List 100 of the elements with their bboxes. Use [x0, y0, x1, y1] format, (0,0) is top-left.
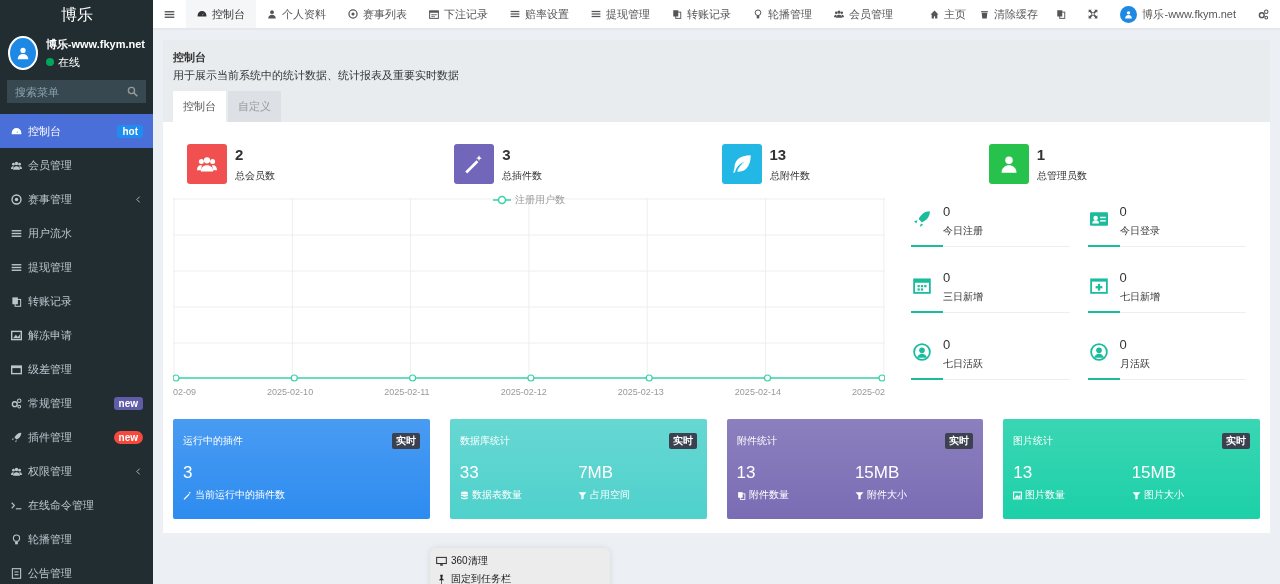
- menu-badge: hot: [117, 124, 143, 138]
- user-icon: [267, 9, 277, 19]
- menu-icon: [164, 8, 175, 20]
- metric-label: 七日新增: [1119, 290, 1160, 305]
- image-icon: [11, 329, 22, 341]
- sidebar-item[interactable]: 提现管理: [0, 250, 153, 284]
- status-text: 在线: [57, 54, 80, 70]
- metric-label: 月活跃: [1119, 356, 1150, 371]
- nav-tab[interactable]: 控制台: [186, 0, 256, 28]
- metric-value: 0: [943, 336, 952, 352]
- metric-label: 三日新增: [943, 290, 983, 305]
- nav-tab[interactable]: 会员管理: [823, 0, 904, 28]
- sidebar-item[interactable]: 权限管理: [0, 454, 153, 488]
- card-value: 13: [736, 463, 757, 483]
- stat-value: 2: [235, 145, 245, 163]
- sidebar-item[interactable]: 常规管理 new: [0, 386, 153, 420]
- data-point: [173, 374, 180, 382]
- list-icon: [591, 9, 601, 19]
- bulb-icon: [753, 9, 763, 19]
- axis-label: 2025-02-11: [384, 387, 430, 397]
- metric-label: 七日活跃: [943, 356, 983, 371]
- users-icon: [197, 154, 217, 174]
- user-icon: [15, 46, 30, 60]
- sidebar-item[interactable]: 级差管理: [0, 352, 153, 386]
- metric-label: 今日注册: [943, 224, 983, 238]
- context-menu-item[interactable]: 360清理: [436, 552, 604, 570]
- expand-icon: [1088, 9, 1099, 19]
- calendar-icon: [429, 9, 439, 19]
- card-label: 数据表数量: [471, 489, 522, 502]
- home-icon: [930, 9, 940, 19]
- axis-label: 2025-02: [851, 387, 885, 397]
- legend-label: 注册用户数: [515, 193, 565, 207]
- copy-icon: [672, 9, 682, 19]
- sidebar-item[interactable]: 解冻申请: [0, 318, 153, 352]
- sidebar-item[interactable]: 会员管理: [0, 148, 153, 182]
- card-label: 图片大小: [1143, 489, 1184, 502]
- leaf-icon: [731, 154, 752, 174]
- pin-icon: [436, 573, 447, 584]
- user-menu[interactable]: 博乐-www.fkym.net: [1109, 0, 1247, 28]
- card-value: 7MB: [578, 463, 615, 483]
- sidebar-item[interactable]: 控制台 hot: [0, 114, 153, 148]
- metric-value: 0: [1119, 270, 1128, 286]
- nav-tab[interactable]: 赛事列表: [337, 0, 418, 28]
- sidebar-item[interactable]: 在线命令管理: [0, 488, 153, 522]
- nav-tab[interactable]: 赔率设置: [499, 0, 580, 28]
- sidebar-item[interactable]: 公告管理: [0, 556, 153, 584]
- page-description: 用于展示当前系统中的统计数据、统计报表及重要实时数据: [173, 68, 460, 83]
- user-circle-icon: [1089, 342, 1108, 361]
- filter-icon: [854, 491, 864, 500]
- stat-value: 13: [769, 145, 788, 163]
- card-label: 附件数量: [748, 489, 789, 502]
- sidebar-item[interactable]: 赛事管理: [0, 182, 153, 216]
- copy-icon: [11, 295, 22, 307]
- gauge-icon: [11, 125, 22, 137]
- top-link[interactable]: 清除缓存: [973, 0, 1046, 28]
- database-icon: [459, 491, 469, 500]
- realtime-badge: 实时: [391, 433, 420, 449]
- sidebar-item[interactable]: 插件管理 new: [0, 420, 153, 454]
- data-point: [409, 374, 417, 382]
- sidebar-item[interactable]: 转账记录: [0, 284, 153, 318]
- data-point: [878, 374, 885, 382]
- axis-label: 2025-02-12: [500, 387, 547, 397]
- nav-tab[interactable]: 个人资料: [256, 0, 337, 28]
- axis-label: 2025-02-14: [734, 387, 781, 397]
- axis-label: 2025-02-13: [617, 387, 664, 397]
- nav-tab[interactable]: 转账记录: [661, 0, 742, 28]
- stat-label: 总管理员数: [1036, 168, 1087, 183]
- card-value: 15MB: [854, 463, 901, 483]
- app-logo-text: 博乐: [59, 4, 94, 25]
- sidebar-item[interactable]: 轮播管理: [0, 522, 153, 556]
- data-point: [763, 374, 772, 382]
- calendar-icon: [913, 276, 931, 295]
- search-icon: [127, 86, 138, 97]
- sidebar-item[interactable]: 用户流水: [0, 216, 153, 250]
- card-label: 图片数量: [1025, 489, 1066, 502]
- nav-tab[interactable]: 下注记录: [418, 0, 499, 28]
- context-menu-item[interactable]: 固定到任务栏: [436, 570, 604, 584]
- card-label: 占用空间: [590, 489, 631, 502]
- realtime-badge: 实时: [945, 433, 974, 449]
- realtime-badge: 实时: [668, 433, 697, 449]
- metric-value: 0: [943, 204, 952, 219]
- copy-icon: [736, 491, 746, 500]
- card-label: 附件大小: [866, 489, 907, 502]
- stat-value: 1: [1036, 145, 1047, 163]
- window-icon: [11, 363, 22, 375]
- page-tab[interactable]: 控制台: [173, 91, 226, 122]
- nav-tab[interactable]: 轮播管理: [742, 0, 823, 28]
- list-icon: [11, 227, 22, 239]
- search-field[interactable]: 搜索菜单: [7, 80, 146, 103]
- user-name: 博乐-www.fkym.net: [45, 36, 145, 52]
- top-link[interactable]: 主页: [923, 0, 974, 28]
- gauge-icon: [197, 9, 207, 19]
- metric-value: 0: [1119, 336, 1128, 352]
- bulb-icon: [11, 533, 22, 545]
- users-icon: [11, 465, 22, 477]
- users-icon: [11, 159, 22, 171]
- image-icon: [1013, 491, 1023, 500]
- realtime-badge: 实时: [1222, 433, 1250, 449]
- data-point: [527, 374, 535, 382]
- nav-tab[interactable]: 提现管理: [580, 0, 661, 28]
